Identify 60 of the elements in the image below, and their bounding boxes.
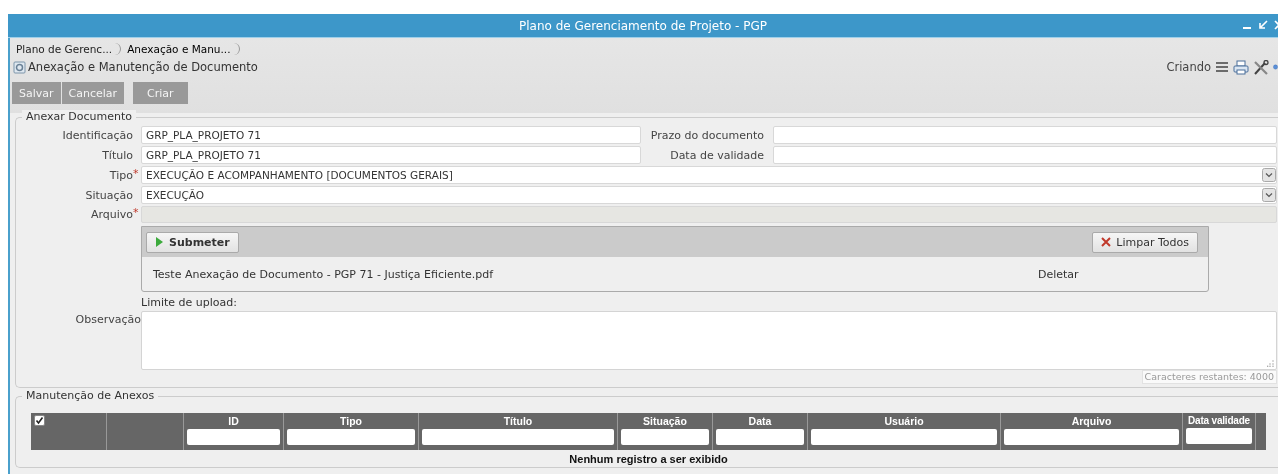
filter-field[interactable] (287, 429, 415, 445)
checkbox[interactable] (34, 415, 45, 426)
document-gear-icon (13, 60, 26, 74)
page-title: Anexação e Manutenção de Documento (28, 60, 258, 74)
printer-icon[interactable] (1233, 59, 1249, 75)
character-counter: Caracteres restantes: 4000 (1141, 370, 1277, 384)
menu-icon[interactable] (1215, 61, 1229, 73)
chevron-down-icon[interactable] (1262, 168, 1276, 182)
text-field[interactable]: GRP_PLA_PROJETO 71 (141, 126, 641, 144)
section-legend: Manutenção de Anexos (22, 389, 159, 402)
field-value: EXECUÇÃO (146, 189, 205, 201)
field-label: Observação (75, 313, 141, 326)
filter-field[interactable] (1186, 428, 1252, 444)
resize-grip-icon (1267, 360, 1274, 367)
field-label: Situação (85, 188, 133, 202)
restore-icon[interactable] (1258, 20, 1268, 30)
column-header: Situação (642, 415, 688, 427)
notes-field[interactable] (141, 311, 1277, 370)
play-icon (155, 236, 164, 248)
file-name: Teste Anexação de Documento - PGP 71 - Justiça Eficiente.pdf (153, 267, 495, 281)
field-label: Título (102, 148, 133, 162)
empty-message: Nenhum registro a ser exibido (568, 453, 729, 465)
submit-button[interactable]: Submeter (146, 231, 239, 253)
filter-field[interactable] (621, 429, 709, 445)
dropdown-field[interactable]: EXECUÇÃO E ACOMPANHAMENTO [DOCUMENTOS GERAIS] (141, 166, 1277, 184)
field-label: Data de validade (669, 148, 765, 162)
required-mark: * (133, 168, 140, 178)
filter-field[interactable] (187, 429, 280, 445)
tools-icon[interactable] (1253, 59, 1269, 75)
column-header: Data validade (1187, 415, 1251, 426)
field-label: Tipo (109, 168, 133, 182)
close-icon (1101, 237, 1112, 247)
column-header: Tipo (339, 415, 363, 427)
field-value: EXECUÇÃO E ACOMPANHAMENTO [DOCUMENTOS GERAIS] (146, 169, 453, 181)
filter-field[interactable] (1004, 429, 1179, 445)
filter-field[interactable] (716, 429, 804, 445)
breadcrumb-tab[interactable]: Anexação e Manu... (125, 42, 240, 55)
dropdown-field[interactable]: EXECUÇÃO (141, 186, 1277, 204)
filter-field[interactable] (811, 429, 997, 445)
breadcrumb-tab[interactable]: Plano de Gerenc... (14, 42, 122, 55)
column-header: Arquivo (1070, 415, 1113, 427)
status-label: Criando (1166, 60, 1211, 74)
field-label: Prazo do documento (649, 128, 765, 142)
delete-link[interactable]: Deletar (1038, 267, 1079, 281)
column-header: Data (747, 415, 773, 427)
filter-field[interactable] (422, 429, 614, 445)
column-header: Título (502, 415, 534, 427)
upload-limit-label: Limite de upload: (141, 296, 237, 309)
chevron-down-icon[interactable] (1262, 188, 1276, 202)
section-legend: Anexar Documento (22, 110, 137, 123)
text-field[interactable] (773, 146, 1277, 164)
field-label: Identificação (62, 128, 133, 142)
column-header: ID (227, 415, 240, 427)
clear-all-button[interactable]: Limpar Todos (1092, 231, 1198, 253)
field-label: Arquivo (90, 208, 133, 221)
text-field[interactable]: GRP_PLA_PROJETO 71 (141, 146, 641, 164)
window-title: Plano de Gerenciamento de Projeto - PGP (519, 18, 767, 33)
column-header: Usuário (883, 415, 925, 427)
required-mark: * (133, 208, 140, 217)
text-field[interactable] (773, 126, 1277, 144)
